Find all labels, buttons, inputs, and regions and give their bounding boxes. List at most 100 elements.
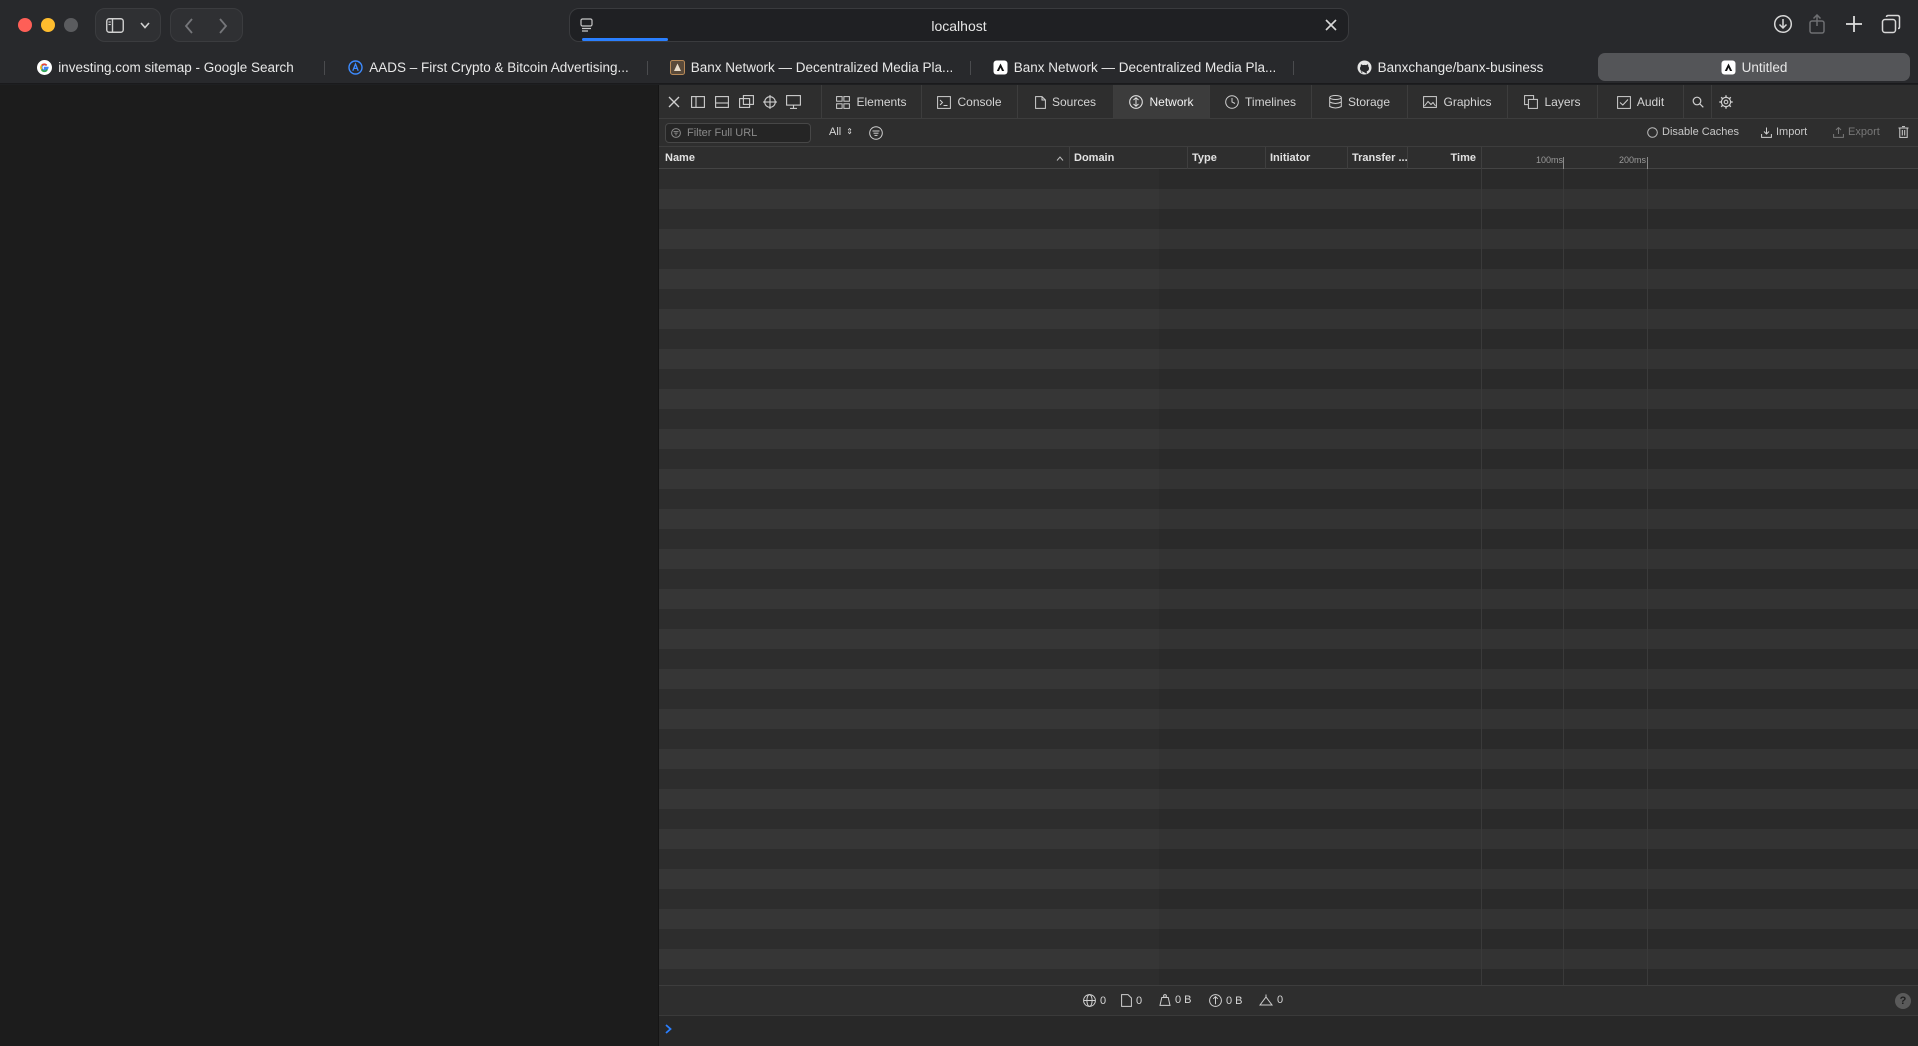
detach-window-icon[interactable] [739, 95, 754, 108]
inspector-tab-bar: Elements Console Sources Network Timelin… [659, 85, 1918, 119]
tab-title: AADS – First Crypto & Bitcoin Advertisin… [369, 59, 629, 75]
waterfall-divider [1481, 169, 1482, 985]
aads-icon [348, 59, 363, 75]
console-prompt-icon [665, 1024, 672, 1034]
forward-icon[interactable] [218, 18, 228, 34]
document-icon [1121, 994, 1132, 1007]
downloads-icon[interactable] [1773, 14, 1793, 34]
browser-tab[interactable]: Banx Network — Decentralized Media Pla..… [977, 53, 1292, 81]
waterfall-gridline [1647, 169, 1648, 985]
tab-audit[interactable]: Audit [1597, 85, 1683, 119]
browser-tab[interactable]: Banx Network — Decentralized Media Pla..… [654, 53, 969, 81]
timeline-tick-label: 100ms [1536, 155, 1564, 165]
device-settings-icon[interactable] [786, 95, 801, 109]
tab-graphics[interactable]: Graphics [1407, 85, 1507, 119]
inspector-settings-button[interactable] [1711, 85, 1739, 119]
help-icon[interactable]: ? [1895, 993, 1911, 1009]
tab-sources[interactable]: Sources [1017, 85, 1113, 119]
column-initiator[interactable]: Initiator [1270, 152, 1310, 164]
browser-tab[interactable]: AADS – First Crypto & Bitcoin Advertisin… [331, 53, 646, 81]
tab-title: Banxchange/banx-business [1377, 59, 1544, 75]
tab-separator [324, 61, 325, 75]
filter-options-icon[interactable] [869, 126, 883, 140]
banx-icon [669, 59, 685, 75]
column-type[interactable]: Type [1192, 152, 1217, 164]
network-transfer-icon [1209, 994, 1222, 1007]
browser-toolbar: localhost [0, 0, 1918, 50]
tab-layers[interactable]: Layers [1507, 85, 1597, 119]
column-divider [1481, 147, 1482, 169]
export-button[interactable]: Export [1833, 126, 1880, 138]
dock-bottom-icon[interactable] [715, 96, 729, 108]
banx-icon [1721, 60, 1736, 75]
column-domain[interactable]: Domain [1074, 152, 1114, 164]
search-button[interactable] [1683, 85, 1711, 119]
resource-type-select[interactable]: All ⇕ [829, 126, 853, 138]
network-summary-bar: 0 0 0 B 0 B 0 ? [659, 985, 1918, 1015]
column-divider [1187, 147, 1188, 169]
back-icon[interactable] [184, 18, 194, 34]
sources-icon [1035, 95, 1046, 109]
web-page-content[interactable] [0, 85, 658, 1046]
new-tab-icon[interactable] [1845, 15, 1863, 33]
quick-console[interactable] [659, 1015, 1918, 1046]
disable-caches-checkbox[interactable]: Disable Caches [1647, 126, 1739, 138]
tab-label: Storage [1347, 95, 1391, 109]
tab-network[interactable]: Network [1113, 85, 1209, 119]
tab-label: Console [957, 95, 1002, 109]
sidebar-toggle-button[interactable] [95, 8, 161, 42]
close-window-button[interactable] [18, 18, 32, 32]
column-transfer[interactable]: Transfer ... [1352, 152, 1408, 164]
stop-loading-icon[interactable] [1324, 18, 1338, 32]
minimize-window-button[interactable] [41, 18, 55, 32]
navigation-buttons [170, 8, 243, 42]
zoom-window-button[interactable] [64, 18, 78, 32]
import-button[interactable]: Import [1761, 126, 1807, 138]
tab-separator [647, 61, 648, 75]
resource-type-value: All [829, 126, 842, 138]
google-icon [37, 59, 53, 75]
share-icon[interactable] [1808, 14, 1826, 34]
browser-tab[interactable]: Banxchange/banx-business [1300, 53, 1600, 81]
tab-title: Banx Network — Decentralized Media Pla..… [690, 59, 954, 75]
request-count: 0 [1083, 994, 1106, 1007]
sort-ascending-icon [1056, 156, 1064, 161]
github-icon [1357, 60, 1372, 75]
import-icon [1761, 127, 1772, 138]
resource-count: 0 [1121, 994, 1142, 1007]
select-arrows-icon: ⇕ [846, 127, 853, 136]
tab-label: Layers [1544, 95, 1581, 109]
globe-icon [1083, 994, 1096, 1007]
tab-title: Banx Network — Decentralized Media Pla..… [1013, 59, 1277, 75]
resource-size-value: 0 B [1175, 994, 1192, 1006]
tab-label: Timelines [1245, 95, 1296, 109]
tab-separator [970, 61, 971, 75]
dock-left-icon[interactable] [691, 96, 705, 108]
resource-size: 0 B [1159, 994, 1192, 1006]
redirect-count: 0 [1259, 994, 1283, 1006]
layers-icon [1524, 95, 1539, 109]
browser-tab-active[interactable]: Untitled [1598, 53, 1910, 81]
tab-bar: investing.com sitemap - Google Search AA… [0, 50, 1918, 84]
banx-icon [993, 60, 1008, 75]
sidebar-icon [106, 18, 124, 33]
page-load-progress [582, 38, 668, 41]
waterfall-gridline [1563, 169, 1564, 985]
column-name[interactable]: Name [665, 152, 695, 164]
column-time[interactable]: Time [1412, 152, 1476, 164]
close-icon[interactable] [668, 96, 680, 108]
tab-timelines[interactable]: Timelines [1209, 85, 1311, 119]
timelines-icon [1225, 95, 1239, 109]
chevron-down-icon[interactable] [140, 22, 150, 29]
browser-tab[interactable]: investing.com sitemap - Google Search [8, 53, 323, 81]
tab-console[interactable]: Console [921, 85, 1017, 119]
tab-elements[interactable]: Elements [821, 85, 921, 119]
filter-url-input[interactable] [665, 123, 811, 143]
element-picker-icon[interactable] [763, 95, 777, 109]
tab-overview-icon[interactable] [1881, 14, 1901, 34]
column-divider [1407, 147, 1408, 169]
trash-icon[interactable] [1898, 126, 1909, 138]
address-bar[interactable]: localhost [569, 8, 1349, 42]
tab-storage[interactable]: Storage [1311, 85, 1407, 119]
import-label: Import [1776, 126, 1808, 138]
